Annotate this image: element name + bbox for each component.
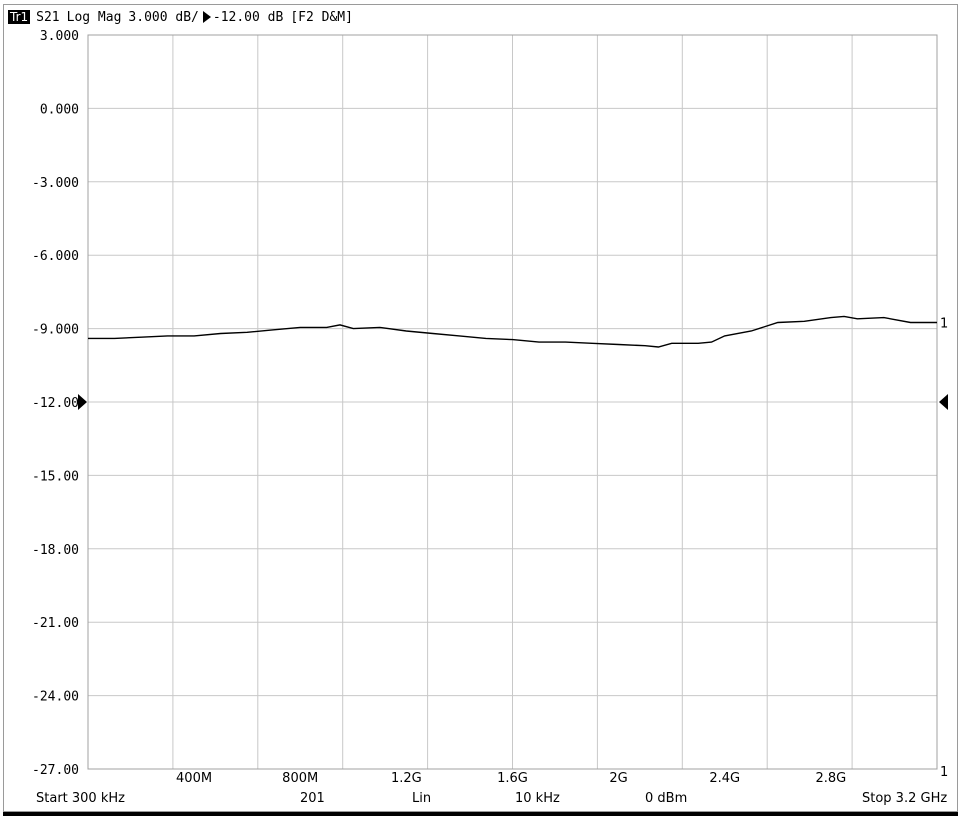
y-tick-label: 3.000 [40,29,79,44]
y-tick-label: -6.000 [32,249,79,264]
if-bandwidth[interactable]: 10 kHz [515,791,560,806]
stop-frequency[interactable]: Stop 3.2 GHz [862,791,947,806]
grid [87,34,938,770]
trace-end-label: 1 [940,316,948,331]
x-tick-labels: 400M 800M 1.2G 1.6G 2G 2.4G 2.8G [176,771,846,786]
plot-area: 3.000 0.000 -3.000 -6.000 -9.000 -12.00 -15.00… [32,29,948,786]
y-tick-label: -21.00 [32,616,79,631]
y-tick-label: 0.000 [40,102,79,117]
reference-marker-right-icon[interactable] [939,394,948,410]
source-power[interactable]: 0 dBm [645,791,687,806]
number-of-points[interactable]: 201 [300,791,325,806]
x-tick-label: 1.6G [497,771,528,786]
y-tick-label: -24.00 [32,690,79,705]
x-tick-label: 2.8G [815,771,846,786]
x-tick-label: 800M [282,771,318,786]
y-tick-label: -18.00 [32,543,79,558]
sweep-type[interactable]: Lin [412,791,431,806]
x-tick-label: 400M [176,771,212,786]
x-tick-label: 2.4G [709,771,740,786]
y-tick-label: -15.00 [32,469,79,484]
y-tick-label: -27.00 [32,763,79,778]
y-tick-label: -9.000 [32,323,79,338]
y-tick-label: -3.000 [32,176,79,191]
x-tick-label: 2G [609,771,627,786]
start-frequency[interactable]: Start 300 kHz [36,791,125,806]
y-tick-label: -12.00 [32,396,79,411]
reference-marker-left-icon[interactable] [78,394,87,410]
axis-end-label: 1 [940,765,948,780]
y-tick-labels: 3.000 0.000 -3.000 -6.000 -9.000 -12.00 -15.00… [32,29,79,778]
x-tick-label: 1.2G [391,771,422,786]
bottom-border [3,812,958,816]
